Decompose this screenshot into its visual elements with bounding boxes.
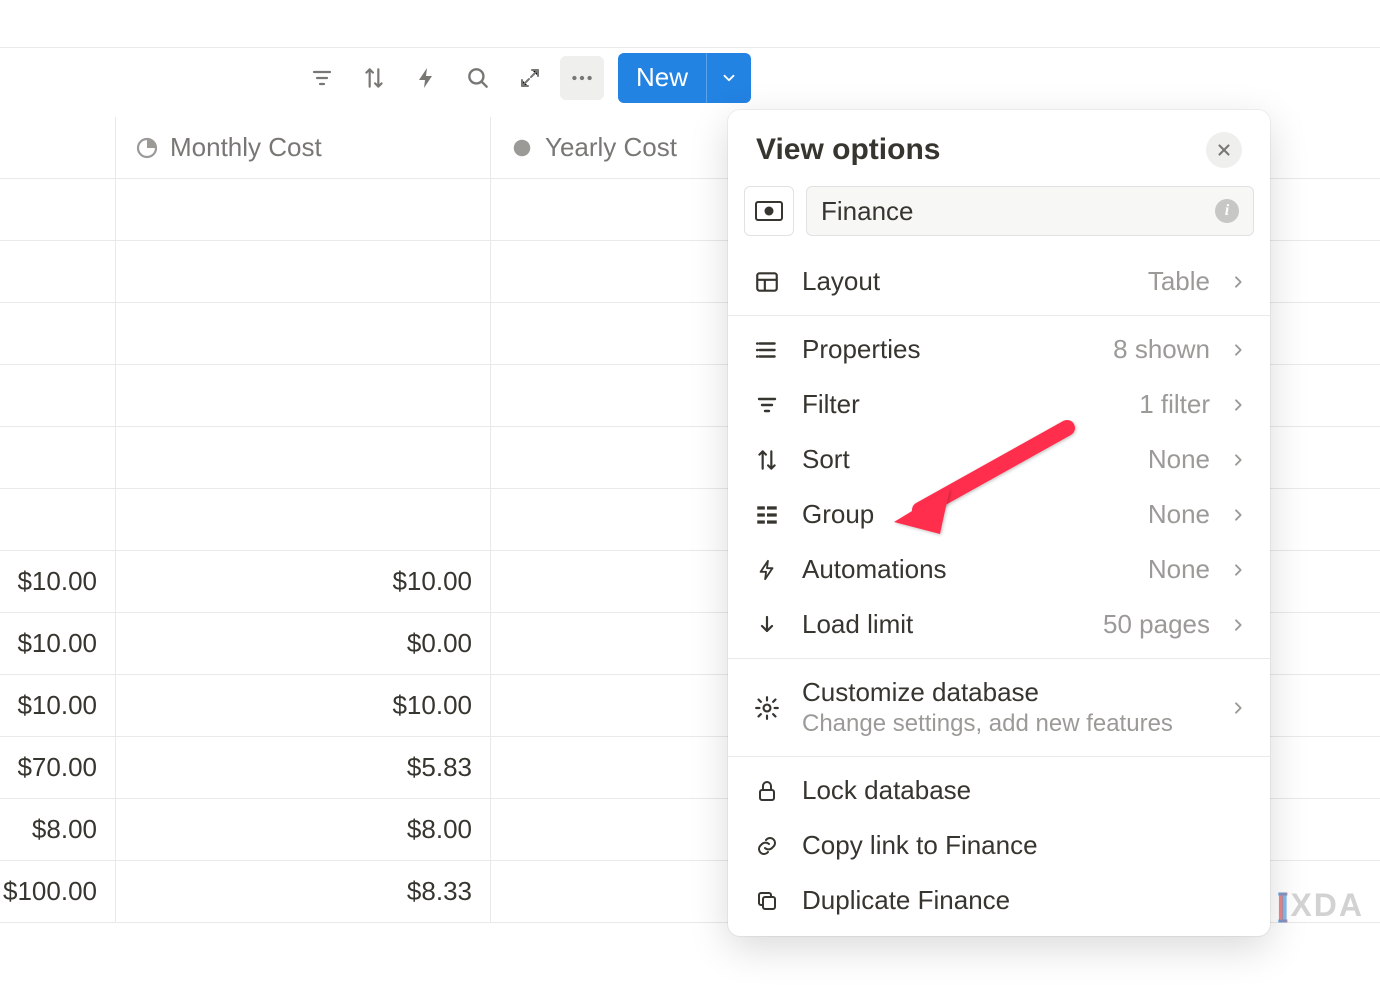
option-label: Layout [802, 266, 1128, 297]
table-cell[interactable] [0, 241, 115, 302]
table-cell[interactable] [0, 365, 115, 426]
option-label: Sort [802, 444, 1128, 475]
table-cell[interactable]: $8.00 [115, 799, 490, 860]
view-name-value: Finance [821, 196, 914, 227]
properties-option[interactable]: Properties 8 shown [728, 322, 1270, 377]
option-value: None [1148, 554, 1210, 585]
duplicate-option[interactable]: Duplicate Finance [728, 873, 1270, 928]
layout-icon [752, 269, 782, 295]
filter-option[interactable]: Filter 1 filter [728, 377, 1270, 432]
properties-icon [752, 337, 782, 363]
chevron-right-icon [1230, 397, 1246, 413]
option-label: Copy link to Finance [802, 830, 1246, 861]
table-cell[interactable]: $0.00 [115, 613, 490, 674]
info-icon[interactable]: i [1215, 199, 1239, 223]
column-header-monthly-cost[interactable]: Monthly Cost [115, 117, 490, 178]
load_limit-option[interactable]: Load limit 50 pages [728, 597, 1270, 652]
automations-option[interactable]: Automations None [728, 542, 1270, 597]
automations-icon [752, 559, 782, 581]
table-cell[interactable]: $10.00 [0, 551, 115, 612]
option-value: None [1148, 444, 1210, 475]
customize-title: Customize database [802, 677, 1210, 708]
option-label: Duplicate Finance [802, 885, 1246, 916]
option-label: Lock database [802, 775, 1246, 806]
chevron-right-icon [1230, 274, 1246, 290]
table-cell[interactable]: $8.00 [0, 799, 115, 860]
sort-icon [752, 447, 782, 473]
option-value: 50 pages [1103, 609, 1210, 640]
lock-database-option[interactable]: Lock database [728, 763, 1270, 818]
popover-title: View options [756, 133, 940, 167]
option-value: Table [1148, 266, 1210, 297]
sort-button[interactable] [352, 56, 396, 100]
chevron-right-icon [1230, 452, 1246, 468]
table-cell[interactable] [115, 303, 490, 364]
table-cell[interactable]: $5.83 [115, 737, 490, 798]
table-cell[interactable] [115, 179, 490, 240]
automations-button[interactable] [404, 56, 448, 100]
table-cell[interactable]: $70.00 [0, 737, 115, 798]
view-icon-button[interactable] [744, 186, 794, 236]
table-cell[interactable]: $10.00 [0, 613, 115, 674]
table-cell[interactable] [115, 241, 490, 302]
expand-button[interactable] [508, 56, 552, 100]
load_limit-icon [752, 613, 782, 637]
chevron-right-icon [1230, 700, 1246, 716]
progress-icon [134, 135, 160, 161]
lock-icon [752, 779, 782, 803]
filter-button[interactable] [300, 56, 344, 100]
chevron-right-icon [1230, 617, 1246, 633]
search-button[interactable] [456, 56, 500, 100]
database-toolbar: New [0, 47, 1380, 107]
table-cell[interactable] [115, 427, 490, 488]
formula-icon [509, 135, 535, 161]
table-cell[interactable] [0, 303, 115, 364]
chevron-right-icon [1230, 342, 1246, 358]
table-cell[interactable]: $10.00 [0, 675, 115, 736]
gear-icon [752, 695, 782, 721]
option-value: 8 shown [1113, 334, 1210, 365]
option-label: Automations [802, 554, 1128, 585]
option-label: Group [802, 499, 1128, 530]
table-cell[interactable] [115, 365, 490, 426]
table-cell[interactable]: $8.33 [115, 861, 490, 922]
column-label: Monthly Cost [170, 132, 322, 163]
option-value: 1 filter [1139, 389, 1210, 420]
column-header[interactable] [0, 117, 115, 178]
table-cell[interactable]: $10.00 [115, 551, 490, 612]
group-icon [752, 502, 782, 528]
chevron-right-icon [1230, 507, 1246, 523]
customize-subtitle: Change settings, add new features [802, 710, 1210, 738]
layout-option[interactable]: Layout Table [728, 254, 1270, 309]
more-options-button[interactable] [560, 56, 604, 100]
filter-icon [752, 393, 782, 417]
chevron-right-icon [1230, 562, 1246, 578]
new-button-label: New [618, 62, 706, 93]
table-cell[interactable]: $100.00 [0, 861, 115, 922]
new-button[interactable]: New [618, 53, 751, 103]
table-cell[interactable] [115, 489, 490, 550]
customize-database-option[interactable]: Customize database Change settings, add … [728, 665, 1270, 750]
view-name-input[interactable]: Finance i [806, 186, 1254, 236]
sort-option[interactable]: Sort None [728, 432, 1270, 487]
copy-link-option[interactable]: Copy link to Finance [728, 818, 1270, 873]
watermark: []XDA [1277, 887, 1364, 924]
close-button[interactable] [1206, 132, 1242, 168]
table-cell[interactable] [0, 427, 115, 488]
option-label: Properties [802, 334, 1093, 365]
view-options-popover: View options Finance i Layout Table Proper… [728, 110, 1270, 936]
option-label: Filter [802, 389, 1119, 420]
option-label: Load limit [802, 609, 1083, 640]
column-label: Yearly Cost [545, 132, 677, 163]
duplicate-icon [752, 889, 782, 913]
option-value: None [1148, 499, 1210, 530]
new-button-dropdown[interactable] [707, 69, 751, 87]
table-cell[interactable] [0, 179, 115, 240]
group-option[interactable]: Group None [728, 487, 1270, 542]
table-cell[interactable]: $10.00 [115, 675, 490, 736]
table-cell[interactable] [0, 489, 115, 550]
link-icon [752, 834, 782, 858]
